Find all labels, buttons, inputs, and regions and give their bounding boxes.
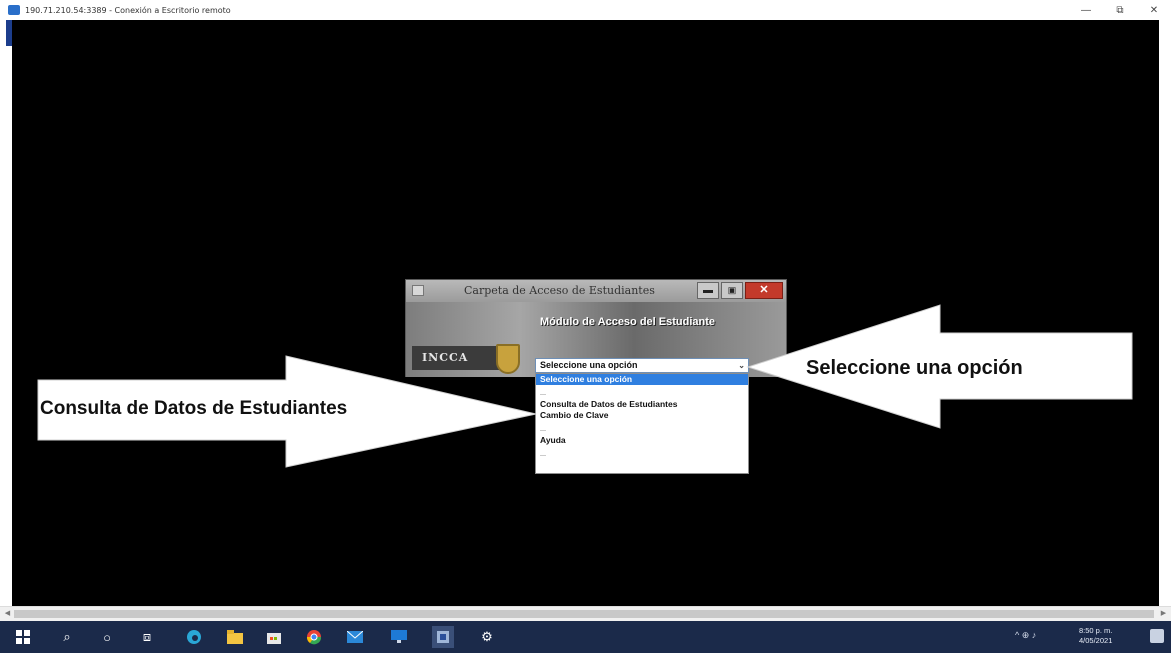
taskbar-clock[interactable]: 8:50 p. m. 4/05/2021: [1079, 626, 1112, 646]
search-icon[interactable]: ⌕: [58, 628, 76, 646]
remote-desktop-screenshot: 190.71.210.54:3389 - Conexión a Escritor…: [0, 0, 1171, 653]
notification-center-icon[interactable]: [1150, 629, 1164, 643]
callout-consulta-label: Consulta de Datos de Estudiantes: [40, 398, 348, 419]
scroll-left-icon[interactable]: ◀: [2, 609, 13, 619]
windows-start-icon[interactable]: [14, 628, 32, 646]
callout-seleccione-label: Seleccione una opción: [806, 357, 1023, 379]
system-tray[interactable]: ^ ⊕ ♪: [1015, 630, 1036, 641]
settings-icon[interactable]: ⚙: [478, 628, 496, 646]
network-app-icon[interactable]: [432, 626, 454, 648]
task-view-icon[interactable]: ⧈: [138, 628, 156, 646]
store-icon[interactable]: [265, 628, 283, 646]
scroll-right-icon[interactable]: ▶: [1158, 609, 1169, 619]
clock-time: 8:50 p. m.: [1079, 626, 1113, 635]
remote-desktop-icon[interactable]: [390, 628, 408, 646]
chrome-icon[interactable]: [305, 628, 323, 646]
horizontal-scrollbar[interactable]: ◀ ▶: [0, 606, 1171, 621]
clock-date: 4/05/2021: [1079, 636, 1113, 645]
annotation-arrows: [37, 304, 1133, 468]
file-explorer-icon[interactable]: [226, 628, 244, 646]
edge-icon[interactable]: [185, 628, 203, 646]
scrollbar-thumb[interactable]: [14, 610, 1154, 618]
mail-icon[interactable]: [346, 628, 364, 646]
cortana-icon[interactable]: ○: [98, 628, 116, 646]
windows-taskbar: ⌕ ○ ⧈ ⚙ ^ ⊕ ♪ 8:50 p. m. 4/05/2021: [0, 621, 1171, 653]
